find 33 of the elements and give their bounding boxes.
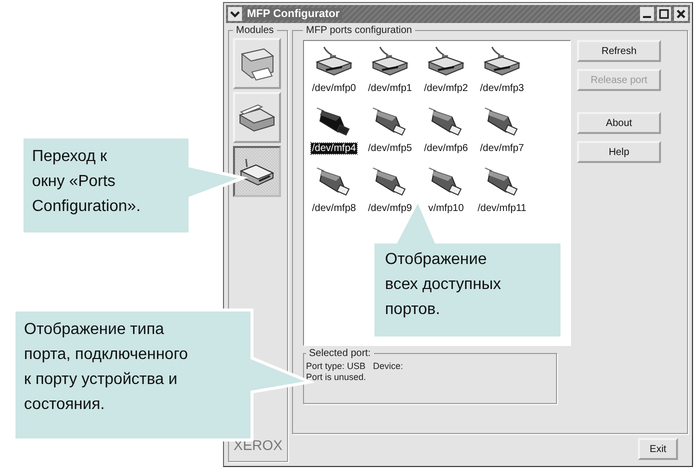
callout-text: Отображение всех доступных портов. <box>385 250 502 320</box>
minimize-icon[interactable] <box>640 7 654 21</box>
callout-text: Отображение типа порта, подключенного к порту устройства и состояния. <box>24 320 188 415</box>
port-info-text: Port type: USB Device: <box>306 361 404 372</box>
printer-icon <box>238 46 276 82</box>
frame-label: Selected port: <box>308 348 372 359</box>
port-label[interactable]: /dev/mfp9 <box>367 203 413 214</box>
frame-label: Modules <box>235 25 275 36</box>
menu-icon[interactable] <box>228 7 242 21</box>
module-button[interactable] <box>233 146 281 197</box>
port-label[interactable]: /dev/mfp0 <box>311 83 357 94</box>
exit-button[interactable]: Exit <box>638 438 678 460</box>
action-button[interactable]: Help <box>577 141 661 163</box>
maximize-icon[interactable] <box>657 7 671 21</box>
callout-text: Переход к окну «Ports Configuration». <box>32 147 141 217</box>
connector-icon <box>238 156 276 186</box>
port-label[interactable]: /dev/mfp3 <box>479 83 525 94</box>
action-button[interactable]: About <box>577 112 661 134</box>
port-label[interactable]: /dev/mfp1 <box>367 83 413 94</box>
action-button[interactable]: Refresh <box>577 40 661 62</box>
close-icon[interactable] <box>674 7 688 21</box>
window-title: MFP Configurator <box>245 8 342 20</box>
port-label[interactable]: /dev/mfp5 <box>367 143 413 154</box>
frame-label: MFP ports configuration <box>305 25 413 36</box>
port-label[interactable]: /dev/mfp2 <box>423 83 469 94</box>
port-label[interactable]: /dev/mfp8 <box>311 203 357 214</box>
port-label[interactable]: v/mfp10 <box>427 203 465 214</box>
port-label[interactable]: /dev/mfp6 <box>423 143 469 154</box>
scanner-icon <box>238 102 276 132</box>
port-label[interactable]: /dev/mfp7 <box>479 143 525 154</box>
port-label[interactable]: /dev/mfp11 <box>476 203 528 214</box>
port-info-text: Port is unused. <box>306 372 368 383</box>
port-label[interactable]: /dev/mfp4 <box>311 143 357 154</box>
